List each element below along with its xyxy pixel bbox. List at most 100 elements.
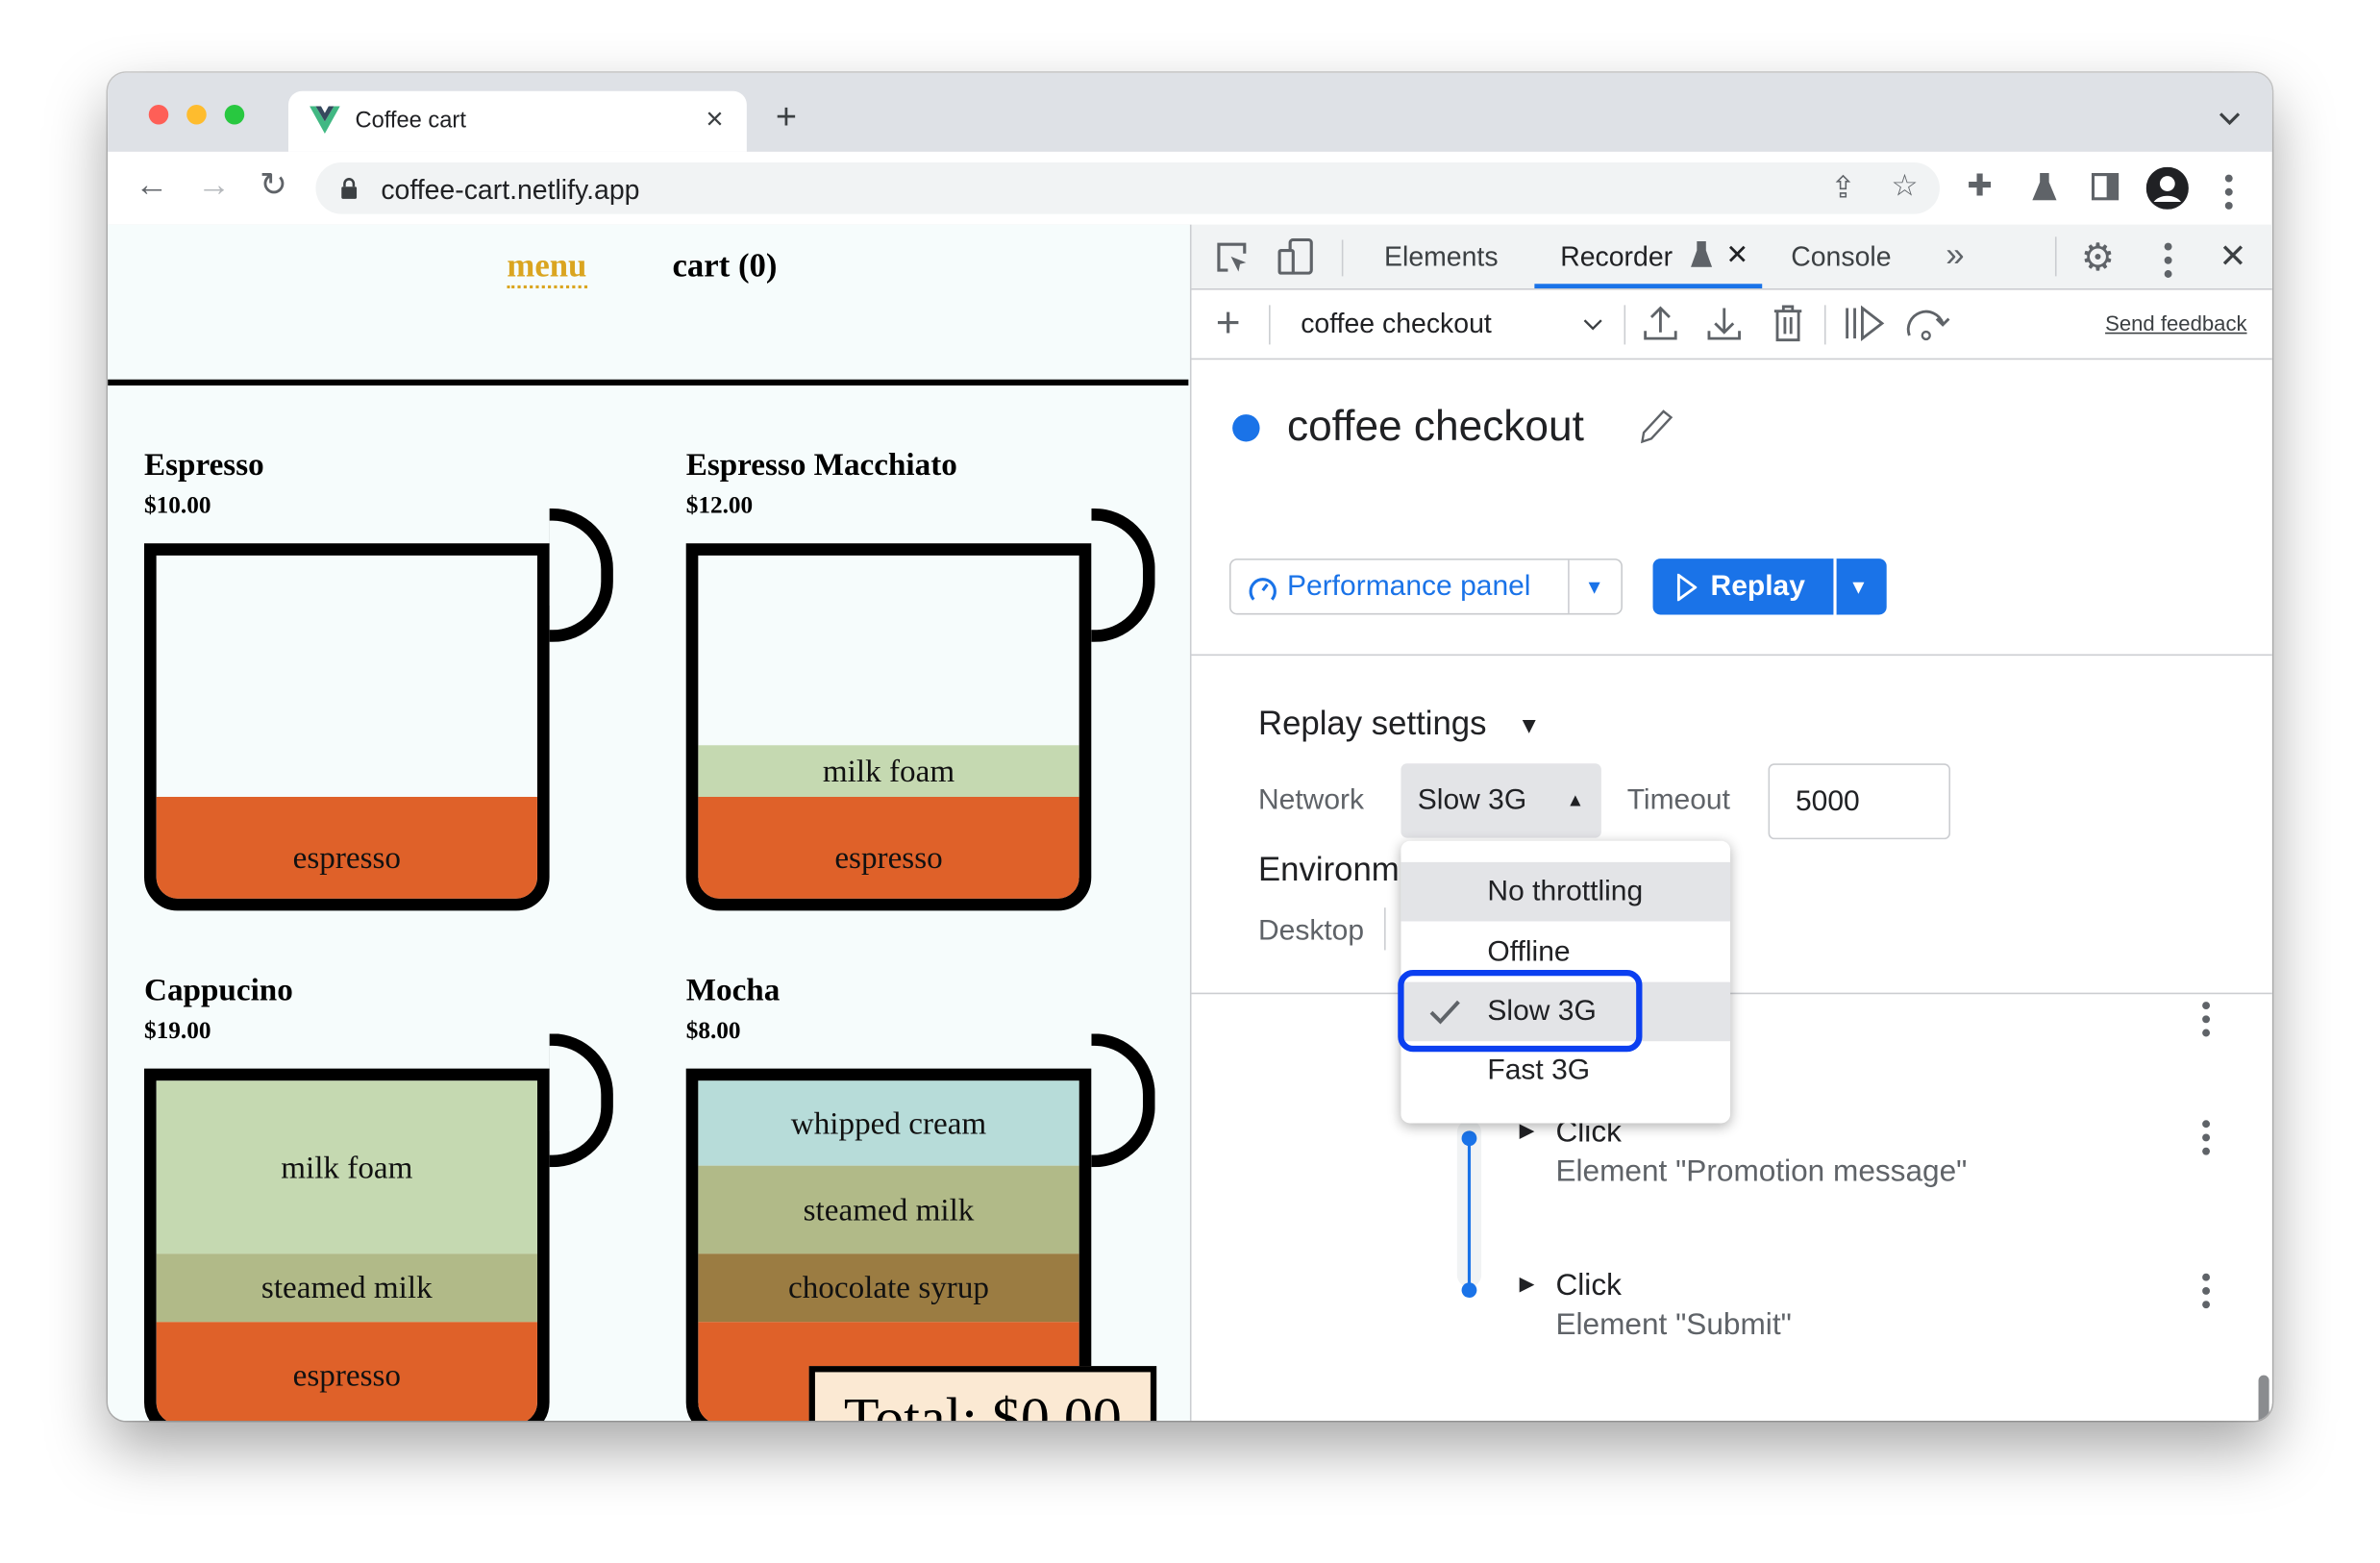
cup-layer: steamed milk — [156, 1253, 537, 1323]
recording-title: coffee checkout — [1286, 402, 1584, 450]
nav-menu-link[interactable]: menu — [507, 246, 587, 289]
recording-select-value: coffee checkout — [1301, 308, 1492, 339]
recorder-toolbar: + coffee checkout Send feedback — [1192, 290, 2272, 359]
more-tabs-icon[interactable]: » — [1946, 236, 1964, 275]
tab-strip: Coffee cart × + — [108, 72, 2272, 152]
performance-panel-label: Performance panel — [1286, 570, 1531, 603]
chevron-down-icon — [1583, 319, 1602, 331]
cup-layer: espresso — [156, 1322, 537, 1421]
nav-cart-link[interactable]: cart (0) — [672, 246, 777, 285]
cup-handle — [1091, 508, 1155, 642]
device-toolbar-icon[interactable] — [1277, 237, 1315, 275]
caret-up-icon: ▲ — [1566, 789, 1585, 811]
play-icon — [1676, 573, 1698, 602]
settings-gear-icon[interactable]: ⚙ — [2081, 236, 2115, 281]
forward-icon[interactable]: → — [197, 167, 231, 201]
product-cup-cappucino[interactable]: milk foam steamed milk espresso — [144, 1068, 550, 1421]
chevron-down-icon[interactable] — [2219, 112, 2241, 126]
avatar[interactable] — [2145, 166, 2189, 210]
step-menu-icon[interactable] — [2202, 1120, 2211, 1161]
cup-layer: milk foam — [698, 745, 1079, 797]
cup-layer: espresso — [156, 796, 537, 899]
side-panel-icon[interactable] — [2091, 173, 2120, 201]
import-download-icon[interactable] — [1706, 305, 1743, 341]
lock-icon — [341, 178, 358, 199]
vue-logo-icon — [310, 106, 340, 134]
tab-console[interactable]: Console — [1791, 241, 1891, 273]
expand-triangle-icon[interactable]: ▶ — [1520, 1272, 1535, 1296]
inspect-element-icon[interactable] — [1216, 241, 1250, 275]
export-upload-icon[interactable] — [1642, 305, 1678, 341]
product-price: $10.00 — [144, 493, 211, 520]
step-dot — [1461, 1130, 1477, 1147]
product-price: $12.00 — [685, 493, 754, 520]
recording-status-dot — [1232, 414, 1260, 442]
tab-elements[interactable]: Elements — [1384, 241, 1498, 273]
product-price: $8.00 — [685, 1018, 741, 1045]
send-feedback-link[interactable]: Send feedback — [2105, 311, 2246, 335]
reload-icon[interactable]: ↻ — [260, 167, 287, 201]
close-tab-icon[interactable]: × — [706, 103, 723, 137]
product-name: Mocha — [685, 971, 781, 1008]
close-recorder-tab-icon[interactable]: ✕ — [1725, 239, 1748, 271]
replay-settings-heading[interactable]: Replay settings — [1258, 705, 1487, 744]
performance-panel-button[interactable]: Performance panel ▼ — [1228, 558, 1623, 615]
devtools-menu-icon[interactable] — [2164, 242, 2172, 285]
step-dot — [1461, 1282, 1477, 1299]
product-name: Espresso — [144, 446, 264, 484]
minimize-window-button[interactable] — [186, 104, 207, 125]
devtools-tabs: Elements Recorder ✕ Console » ⚙ ✕ — [1191, 224, 2272, 290]
cup-handle — [549, 1033, 613, 1168]
timeout-input[interactable]: 5000 — [1768, 763, 1951, 840]
timeline-line — [1467, 1141, 1472, 1287]
tab-recorder[interactable]: Recorder — [1560, 241, 1673, 273]
browser-menu-icon[interactable] — [2224, 174, 2233, 216]
replay-label: Replay — [1710, 570, 1805, 603]
bookmark-star-icon[interactable]: ☆ — [1891, 171, 1918, 202]
new-recording-icon[interactable]: + — [1216, 299, 1241, 348]
network-select[interactable]: Slow 3G ▲ — [1401, 763, 1601, 838]
tab-title: Coffee cart — [355, 108, 466, 134]
cup-handle — [549, 508, 613, 642]
recording-select[interactable]: coffee checkout — [1289, 299, 1608, 348]
address-bar[interactable]: coffee-cart.netlify.app ⇪ ☆ — [315, 161, 1940, 214]
step-item[interactable]: ▶ Click Element "Promotion message" — [1520, 1116, 2218, 1207]
close-window-button[interactable] — [148, 104, 169, 125]
url-text: coffee-cart.netlify.app — [381, 174, 640, 206]
step-item[interactable]: ▶ Click Element "Submit" — [1520, 1269, 2218, 1360]
devtools-panel: Elements Recorder ✕ Console » ⚙ ✕ + coff… — [1189, 224, 2272, 1421]
coffee-cart-page: menu cart (0) Espresso $10.00 espresso E… — [108, 224, 1190, 1421]
scrollbar[interactable] — [2258, 1375, 2269, 1421]
network-label: Network — [1257, 784, 1365, 817]
extensions-icon[interactable]: ✚ — [1967, 171, 1992, 202]
focus-highlight-ring — [1398, 969, 1643, 1053]
delete-trash-icon[interactable] — [1773, 304, 1803, 343]
caret-down-icon[interactable]: ▼ — [1518, 713, 1540, 739]
replay-dropdown-caret-icon[interactable]: ▼ — [1848, 575, 1868, 598]
cup-layer: milk foam — [156, 1080, 537, 1254]
back-icon[interactable]: ← — [136, 167, 169, 201]
timeout-value: 5000 — [1795, 785, 1860, 819]
flask-icon[interactable] — [2032, 173, 2057, 201]
product-cup-espresso-macchiato[interactable]: milk foam espresso — [685, 543, 1092, 911]
checkout-total-button[interactable]: Total: $0.00 — [808, 1366, 1157, 1421]
slow-replay-icon[interactable] — [1905, 305, 1954, 341]
product-price: $19.00 — [144, 1018, 211, 1045]
performance-dropdown-caret-icon[interactable]: ▼ — [1584, 575, 1603, 598]
network-select-value: Slow 3G — [1417, 784, 1527, 817]
step-play-icon[interactable] — [1844, 305, 1886, 342]
step-detail: Element "Submit" — [1555, 1308, 1792, 1342]
step-menu-icon[interactable] — [2202, 1002, 2211, 1043]
cup-handle — [1091, 1033, 1155, 1168]
close-devtools-icon[interactable]: ✕ — [2219, 236, 2246, 276]
browser-tab[interactable]: Coffee cart × — [288, 90, 747, 152]
product-cup-espresso[interactable]: espresso — [144, 543, 550, 911]
step-menu-icon[interactable] — [2202, 1273, 2211, 1315]
option-no-throttling[interactable]: No throttling — [1401, 861, 1731, 922]
edit-pencil-icon[interactable] — [1638, 407, 1674, 446]
replay-button[interactable]: Replay ▼ — [1652, 558, 1887, 615]
share-icon[interactable]: ⇪ — [1830, 173, 1855, 204]
step-detail: Element "Promotion message" — [1555, 1154, 1968, 1189]
maximize-window-button[interactable] — [224, 104, 245, 125]
new-tab-button[interactable]: + — [776, 97, 797, 139]
